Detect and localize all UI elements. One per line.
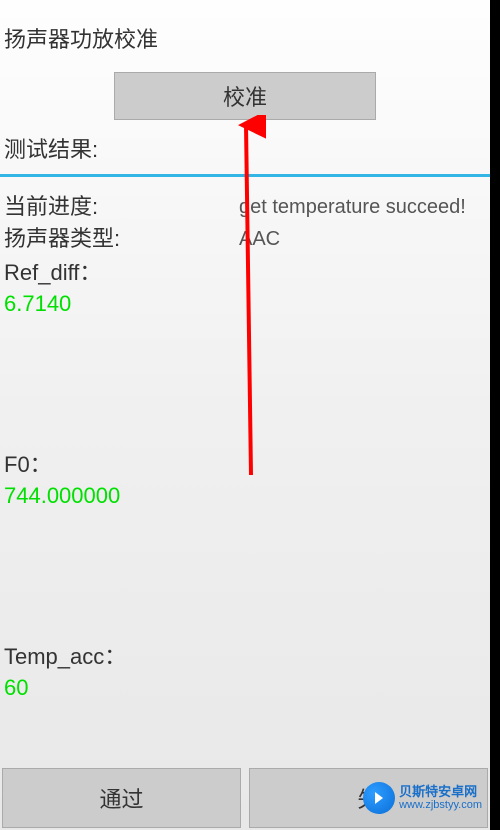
ref-diff-value: 6.7140 — [0, 289, 490, 319]
speaker-type-label: 扬声器类型: — [4, 223, 239, 255]
divider — [0, 174, 490, 177]
temp-acc-value: 60 — [0, 673, 490, 703]
test-result-label: 测试结果: — [0, 120, 490, 170]
temp-acc-label: Temp_acc： — [0, 641, 490, 673]
speaker-type-value: AAC — [239, 223, 486, 255]
calibrate-button[interactable]: 校准 — [114, 72, 376, 120]
progress-label: 当前进度: — [4, 191, 239, 223]
bottom-bar: 通过 失 — [0, 768, 490, 830]
page-title: 扬声器功放校准 — [0, 0, 490, 54]
screen-border — [490, 0, 500, 830]
f0-value: 744.000000 — [0, 481, 490, 511]
fail-button[interactable]: 失 — [249, 768, 488, 828]
f0-label: F0： — [0, 449, 490, 481]
ref-diff-label: Ref_diff： — [0, 257, 490, 289]
pass-button[interactable]: 通过 — [2, 768, 241, 828]
progress-value: get temperature succeed! — [239, 191, 486, 223]
